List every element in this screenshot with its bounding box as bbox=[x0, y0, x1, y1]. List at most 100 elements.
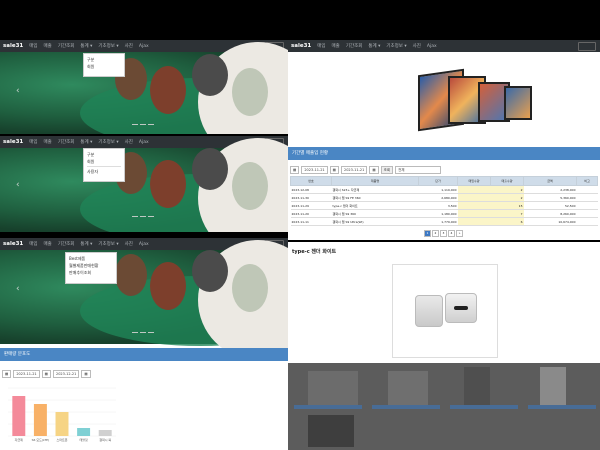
column-header[interactable]: 제품명 bbox=[331, 176, 419, 186]
dropdown-item[interactable]: Best제품 bbox=[69, 255, 113, 262]
table-cell bbox=[576, 201, 598, 210]
chart-bar[interactable] bbox=[98, 430, 112, 436]
chart-category-label: 자급제 bbox=[15, 437, 24, 442]
chart-bar[interactable] bbox=[33, 404, 47, 436]
dropdown-item[interactable]: 판매추이조회 bbox=[69, 269, 113, 276]
table-row[interactable]: 2023-11-30 갤럭시 탭 S9 FE 360 2,680,000 2 5,360… bbox=[290, 193, 598, 202]
nav-item-stats[interactable]: 통계 ▾ bbox=[80, 241, 92, 247]
column-header[interactable]: 비고 bbox=[576, 176, 598, 186]
dropdown-item[interactable]: 회원 bbox=[87, 158, 121, 165]
navbar-toggle-button[interactable] bbox=[578, 42, 596, 51]
dropdown-item[interactable]: 구분 bbox=[87, 56, 121, 63]
brand-logo[interactable]: sale31 bbox=[291, 43, 311, 49]
table-cell: 5,360,000 bbox=[523, 193, 577, 202]
column-header[interactable]: 금액 bbox=[523, 176, 577, 186]
nav-item-stats[interactable]: 통계 ▾ bbox=[80, 43, 92, 49]
page-button[interactable]: 2 bbox=[432, 230, 439, 237]
nav-item-base[interactable]: 기초정보 ▾ bbox=[98, 43, 118, 49]
nav-item-base[interactable]: 기초정보 ▾ bbox=[98, 139, 118, 145]
panel-stats: sale31 매입 매출 기간조회 통계 ▾ 기초정보 ▾ 사진 Ajax ‹ … bbox=[0, 238, 288, 450]
page-button[interactable]: 4 bbox=[448, 230, 455, 237]
column-header[interactable]: 매출수량 bbox=[490, 176, 524, 186]
table-row[interactable]: 2023-12-08 갤럭시 S23+ 자급제 1,119,000 2 2,238,00… bbox=[290, 185, 598, 194]
product-thumbnail[interactable] bbox=[464, 367, 490, 405]
product-thumbnail[interactable] bbox=[388, 371, 428, 405]
date-to-input[interactable]: 2023-12-21 bbox=[52, 370, 80, 378]
product-label-bar[interactable] bbox=[294, 405, 362, 409]
nav-item-ajax[interactable]: Ajax bbox=[139, 140, 149, 145]
product-label-bar[interactable] bbox=[528, 405, 596, 409]
nav-item-sales[interactable]: 매출 bbox=[44, 241, 52, 247]
date-to-input[interactable]: 2023-11-21 bbox=[340, 166, 368, 174]
nav-item-sales[interactable]: 매출 bbox=[44, 139, 52, 145]
column-header[interactable]: 번호 bbox=[290, 176, 332, 186]
calendar-icon[interactable]: ▦ bbox=[369, 166, 379, 174]
dropdown-item[interactable]: 구분 bbox=[87, 151, 121, 158]
calendar-icon[interactable]: ▦ bbox=[81, 370, 91, 378]
nav-item-period[interactable]: 기간조회 bbox=[58, 43, 75, 49]
nav-item-period[interactable]: 기간조회 bbox=[58, 139, 75, 145]
nav-item-purchase[interactable]: 매입 bbox=[29, 43, 37, 49]
nav-item-photo[interactable]: 사진 bbox=[125, 241, 133, 247]
table-row[interactable]: 2023-11-11 갤럭시 탭 S9 Ultra(Wi) 1,779,000 6 10… bbox=[290, 217, 598, 226]
chart-bar[interactable] bbox=[12, 396, 26, 436]
calendar-icon[interactable]: ▦ bbox=[2, 370, 12, 378]
product-label-bar[interactable] bbox=[372, 405, 440, 409]
brand-logo[interactable]: sale31 bbox=[3, 139, 23, 145]
search-button[interactable]: 조회 bbox=[380, 166, 394, 174]
calendar-icon[interactable]: ▦ bbox=[41, 370, 51, 378]
nav-item-ajax[interactable]: Ajax bbox=[427, 44, 437, 49]
table-cell bbox=[457, 217, 491, 226]
nav-item-period[interactable]: 기간조회 bbox=[346, 43, 363, 49]
nav-item-stats[interactable]: 통계 ▾ bbox=[80, 139, 92, 145]
nav-item-base[interactable]: 기초정보 ▾ bbox=[386, 43, 406, 49]
chevron-left-icon[interactable]: ‹ bbox=[16, 284, 20, 294]
nav-item-stats[interactable]: 통계 ▾ bbox=[368, 43, 380, 49]
column-header[interactable]: 매입수량 bbox=[457, 176, 491, 186]
nav-item-purchase[interactable]: 매입 bbox=[317, 43, 325, 49]
brand-logo[interactable]: sale31 bbox=[3, 43, 23, 49]
dropdown-item[interactable]: 회원 bbox=[87, 63, 121, 70]
nav-item-photo[interactable]: 사진 bbox=[125, 43, 133, 49]
carousel-indicators[interactable] bbox=[132, 332, 154, 333]
pagination: 1 2 3 4» bbox=[424, 230, 463, 237]
page-button[interactable]: » bbox=[456, 230, 463, 237]
column-header[interactable]: 단가 bbox=[418, 176, 458, 186]
carousel-indicators[interactable] bbox=[132, 124, 154, 125]
chart-bar[interactable] bbox=[55, 412, 69, 436]
chevron-left-icon[interactable]: ‹ bbox=[16, 86, 20, 96]
nav-item-ajax[interactable]: Ajax bbox=[139, 44, 149, 49]
nav-item-purchase[interactable]: 매입 bbox=[29, 241, 37, 247]
nav-item-period[interactable]: 기간조회 bbox=[58, 241, 75, 247]
nav-item-photo[interactable]: 사진 bbox=[413, 43, 421, 49]
product-thumbnail[interactable] bbox=[540, 367, 566, 405]
page-button[interactable]: 1 bbox=[424, 230, 431, 237]
table-row[interactable]: 2023-11-20 갤럭시 탭 S9 360 1,180,000 7 8,260,00… bbox=[290, 209, 598, 218]
nav-item-sales[interactable]: 매출 bbox=[332, 43, 340, 49]
nav-item-purchase[interactable]: 매입 bbox=[29, 139, 37, 145]
photo-restaurant bbox=[192, 148, 228, 190]
product-label-bar[interactable] bbox=[450, 405, 518, 409]
dropdown-item[interactable]: 월별제품판매현황 bbox=[69, 262, 113, 269]
product-thumbnail[interactable] bbox=[308, 371, 358, 407]
table-row[interactable]: 2023-11-29 type-c 젠더 화이트 3,500 15 52,500 bbox=[290, 201, 598, 210]
page-button[interactable]: 3 bbox=[440, 230, 447, 237]
chevron-left-icon[interactable]: ‹ bbox=[16, 180, 20, 190]
calendar-icon[interactable]: ▦ bbox=[290, 166, 300, 174]
brand-logo[interactable]: sale31 bbox=[3, 241, 23, 247]
chart-bar[interactable] bbox=[77, 428, 91, 436]
date-from-input[interactable]: 2023-11-21 bbox=[301, 166, 328, 174]
nav-item-base[interactable]: 기초정보 ▾ bbox=[98, 241, 118, 247]
nav-item-sales[interactable]: 매출 bbox=[44, 43, 52, 49]
photo-receipt bbox=[232, 264, 268, 312]
nav-item-ajax[interactable]: Ajax bbox=[139, 242, 149, 247]
product-grid-overlay bbox=[288, 363, 600, 450]
calendar-icon[interactable]: ▦ bbox=[329, 166, 339, 174]
carousel-indicators[interactable] bbox=[132, 216, 154, 217]
product-thumbnail[interactable] bbox=[308, 415, 354, 447]
nav-item-photo[interactable]: 사진 bbox=[125, 139, 133, 145]
table-header-row: 번호 제품명 단가 매입수량 매출수량 금액 비고 bbox=[290, 176, 598, 186]
dropdown-item[interactable]: 사용자 bbox=[87, 168, 121, 175]
category-select[interactable]: 전체 bbox=[395, 166, 442, 174]
date-from-input[interactable]: 2023-11-21 bbox=[13, 370, 40, 378]
